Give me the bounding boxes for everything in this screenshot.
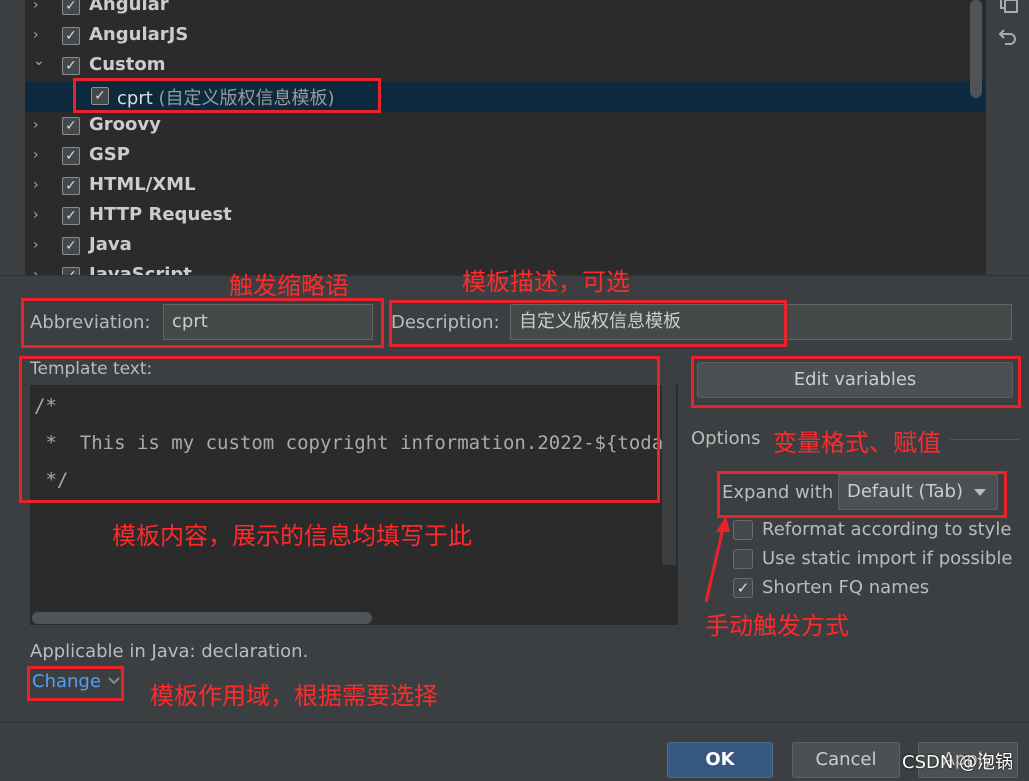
tree-item-angularjs[interactable]: › ✓ AngularJS [25,22,985,52]
annotation-box-change [27,666,124,701]
checkbox-gsp[interactable]: ✓ [62,147,80,165]
tree-item-groovy[interactable]: › ✓ Groovy [25,112,985,142]
tree-item-label: GSP [89,144,130,165]
tree-item-angular[interactable]: › ✓ Angular [25,0,985,22]
tree-item-java[interactable]: › ✓ Java [25,232,985,262]
tree-item-label: HTML/XML [89,174,196,195]
live-templates-tree[interactable]: › ✓ Angular › ✓ AngularJS ⌄ ✓ Custom ✓ c… [25,0,985,275]
chevron-right-icon[interactable]: › [33,208,47,222]
tree-scrollbar[interactable] [970,0,982,98]
tree-item-label: Angular [89,0,169,15]
annotation-expand: 手动触发方式 [705,612,849,640]
tree-item-label: HTTP Request [89,204,232,225]
undo-icon[interactable] [996,26,1020,50]
chevron-right-icon[interactable]: › [33,28,47,42]
annotation-variables: 变量格式、赋值 [773,429,941,457]
checkbox-angular[interactable]: ✓ [62,0,80,15]
cancel-button[interactable]: Cancel [792,742,900,778]
tree-item-http-request[interactable]: › ✓ HTTP Request [25,202,985,232]
static-import-label: Use static import if possible [762,548,1013,569]
chevron-right-icon[interactable]: › [33,178,47,192]
shorten-fq-label: Shorten FQ names [762,577,930,598]
annotation-scope: 模板作用域，根据需要选择 [150,682,438,710]
chevron-right-icon[interactable]: › [33,148,47,162]
chevron-down-icon[interactable]: ⌄ [33,54,47,68]
checkbox-java[interactable]: ✓ [62,237,80,255]
annotation-box-template [19,356,660,503]
tree-item-label: Groovy [89,114,161,135]
tree-item-label: Custom [89,54,166,75]
checkbox-custom[interactable]: ✓ [62,57,80,75]
annotation-box-abbreviation [21,298,384,348]
watermark: CSDN @泡锅 [902,752,1014,773]
options-separator [950,439,1019,440]
checkbox-angularjs[interactable]: ✓ [62,27,80,45]
tree-item-label: JavaScript [89,264,192,275]
side-toolbar [985,0,1029,275]
options-title: Options [691,428,761,449]
tree-item-html-xml[interactable]: › ✓ HTML/XML [25,172,985,202]
tree-item-label: Java [89,234,132,255]
checkbox-groovy[interactable]: ✓ [62,117,80,135]
annotation-template: 模板内容，展示的信息均填写于此 [112,522,472,550]
tree-item-label: AngularJS [89,24,189,45]
annotation-arrow-icon [704,516,730,603]
editor-vertical-scrollbar[interactable] [662,385,676,565]
annotation-box-cprt [73,78,381,113]
annotation-box-edit-variables [691,356,1021,408]
annotation-box-description [389,300,787,347]
annotation-box-expand [717,471,1007,518]
chevron-right-icon[interactable]: › [33,268,47,275]
checkbox-javascript[interactable]: ✓ [62,267,80,275]
applicable-text: Applicable in Java: declaration. [30,641,309,662]
checkbox-html-xml[interactable]: ✓ [62,177,80,195]
checkbox-http-request[interactable]: ✓ [62,207,80,225]
chevron-right-icon[interactable]: › [33,0,47,12]
tree-item-gsp[interactable]: › ✓ GSP [25,142,985,172]
chevron-right-icon[interactable]: › [33,238,47,252]
editor-horizontal-scrollbar[interactable] [32,612,372,624]
copy-icon[interactable] [996,0,1020,18]
reformat-label: Reformat according to style [762,519,1012,540]
annotation-description: 模板描述，可选 [462,268,630,296]
chevron-right-icon[interactable]: › [33,118,47,132]
annotation-abbreviation: 触发缩略语 [229,272,349,300]
ok-button[interactable]: OK [667,742,773,778]
